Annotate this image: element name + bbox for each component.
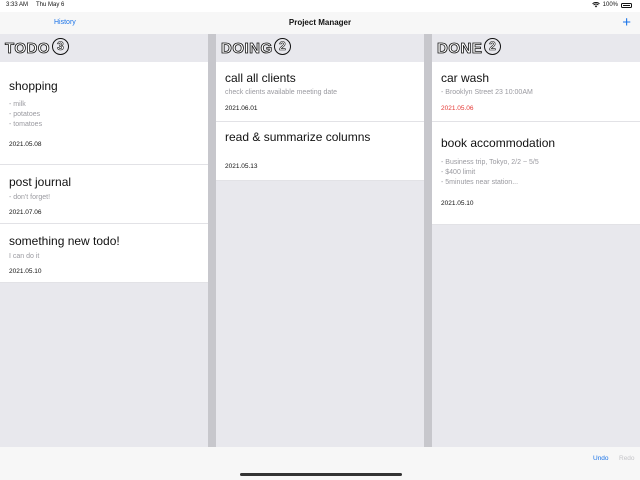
column-header: TODO 3 bbox=[0, 34, 208, 62]
card-title: book accommodation bbox=[441, 136, 556, 150]
card-title: post journal bbox=[9, 175, 72, 189]
card-title: car wash bbox=[441, 71, 490, 85]
bottom-toolbar: Undo Redo bbox=[0, 447, 640, 480]
plus-icon: + bbox=[622, 14, 631, 31]
card[interactable]: something new todo! I can do it 2021.05.… bbox=[0, 224, 208, 283]
card-date: 2021.05.08 bbox=[9, 141, 42, 148]
card-title: shopping bbox=[9, 79, 58, 93]
navigation-bar: History Project Manager + bbox=[0, 12, 640, 34]
column-title: DONE bbox=[437, 40, 483, 58]
card-description: - milk - potatoes - tomatoes bbox=[9, 101, 43, 128]
card[interactable]: car wash - Brooklyn Street 23 10:00AM 20… bbox=[432, 62, 640, 122]
card-title: call all clients bbox=[225, 71, 296, 85]
column-header: DOING 2 bbox=[216, 34, 424, 62]
status-time: 3:33 AM bbox=[6, 2, 29, 8]
count-badge: 3 bbox=[52, 38, 69, 55]
card-date: 2021.07.06 bbox=[9, 209, 42, 216]
kanban-board: TODO 3 shopping - milk - potatoes - toma… bbox=[0, 34, 640, 447]
status-indicators: 100% bbox=[591, 2, 632, 8]
card-description: check clients available meeting date bbox=[225, 89, 338, 96]
card-date: 2021.05.10 bbox=[441, 200, 474, 207]
card-date: 2021.05.10 bbox=[9, 268, 42, 275]
card-date: 2021.05.13 bbox=[225, 163, 258, 170]
card-description: - Brooklyn Street 23 10:00AM bbox=[441, 89, 533, 96]
card-description: I can do it bbox=[9, 253, 40, 260]
column-done: DONE 2 car wash - Brooklyn Street 23 10:… bbox=[432, 34, 640, 447]
page-title: Project Manager bbox=[288, 18, 352, 27]
card-date-overdue: 2021.05.06 bbox=[441, 105, 474, 112]
count-badge: 2 bbox=[484, 38, 501, 55]
card-date: 2021.06.01 bbox=[225, 105, 258, 112]
column-title: DOING bbox=[221, 40, 273, 58]
add-button[interactable]: + bbox=[622, 15, 631, 30]
card[interactable]: post journal - don't forget! 2021.07.06 bbox=[0, 165, 208, 224]
card-description: - don't forget! bbox=[9, 194, 51, 201]
card-title: something new todo! bbox=[9, 234, 120, 248]
undo-button[interactable]: Undo bbox=[593, 455, 609, 462]
card[interactable]: shopping - milk - potatoes - tomatoes 20… bbox=[0, 62, 208, 165]
redo-button[interactable]: Redo bbox=[619, 455, 635, 462]
count-badge: 2 bbox=[274, 38, 291, 55]
status-date: Thu May 6 bbox=[36, 2, 65, 8]
card[interactable]: call all clients check clients available… bbox=[216, 62, 424, 122]
card[interactable]: book accommodation - Business trip, Toky… bbox=[432, 122, 640, 225]
card-description: - Business trip, Tokyo, 2/2 ~ 5/5 - $400… bbox=[441, 159, 539, 186]
status-bar: 3:33 AM Thu May 6 100% bbox=[0, 0, 640, 12]
column-doing: DOING 2 call all clients check clients a… bbox=[216, 34, 424, 447]
column-header: DONE 2 bbox=[432, 34, 640, 62]
card-title: read & summarize columns bbox=[225, 130, 371, 144]
column-todo: TODO 3 shopping - milk - potatoes - toma… bbox=[0, 34, 208, 447]
battery-icon bbox=[621, 2, 632, 8]
column-title: TODO bbox=[5, 40, 51, 58]
battery-percent: 100% bbox=[602, 2, 618, 8]
wifi-icon bbox=[591, 2, 600, 8]
card[interactable]: read & summarize columns 2021.05.13 bbox=[216, 122, 424, 181]
home-indicator bbox=[240, 473, 402, 476]
